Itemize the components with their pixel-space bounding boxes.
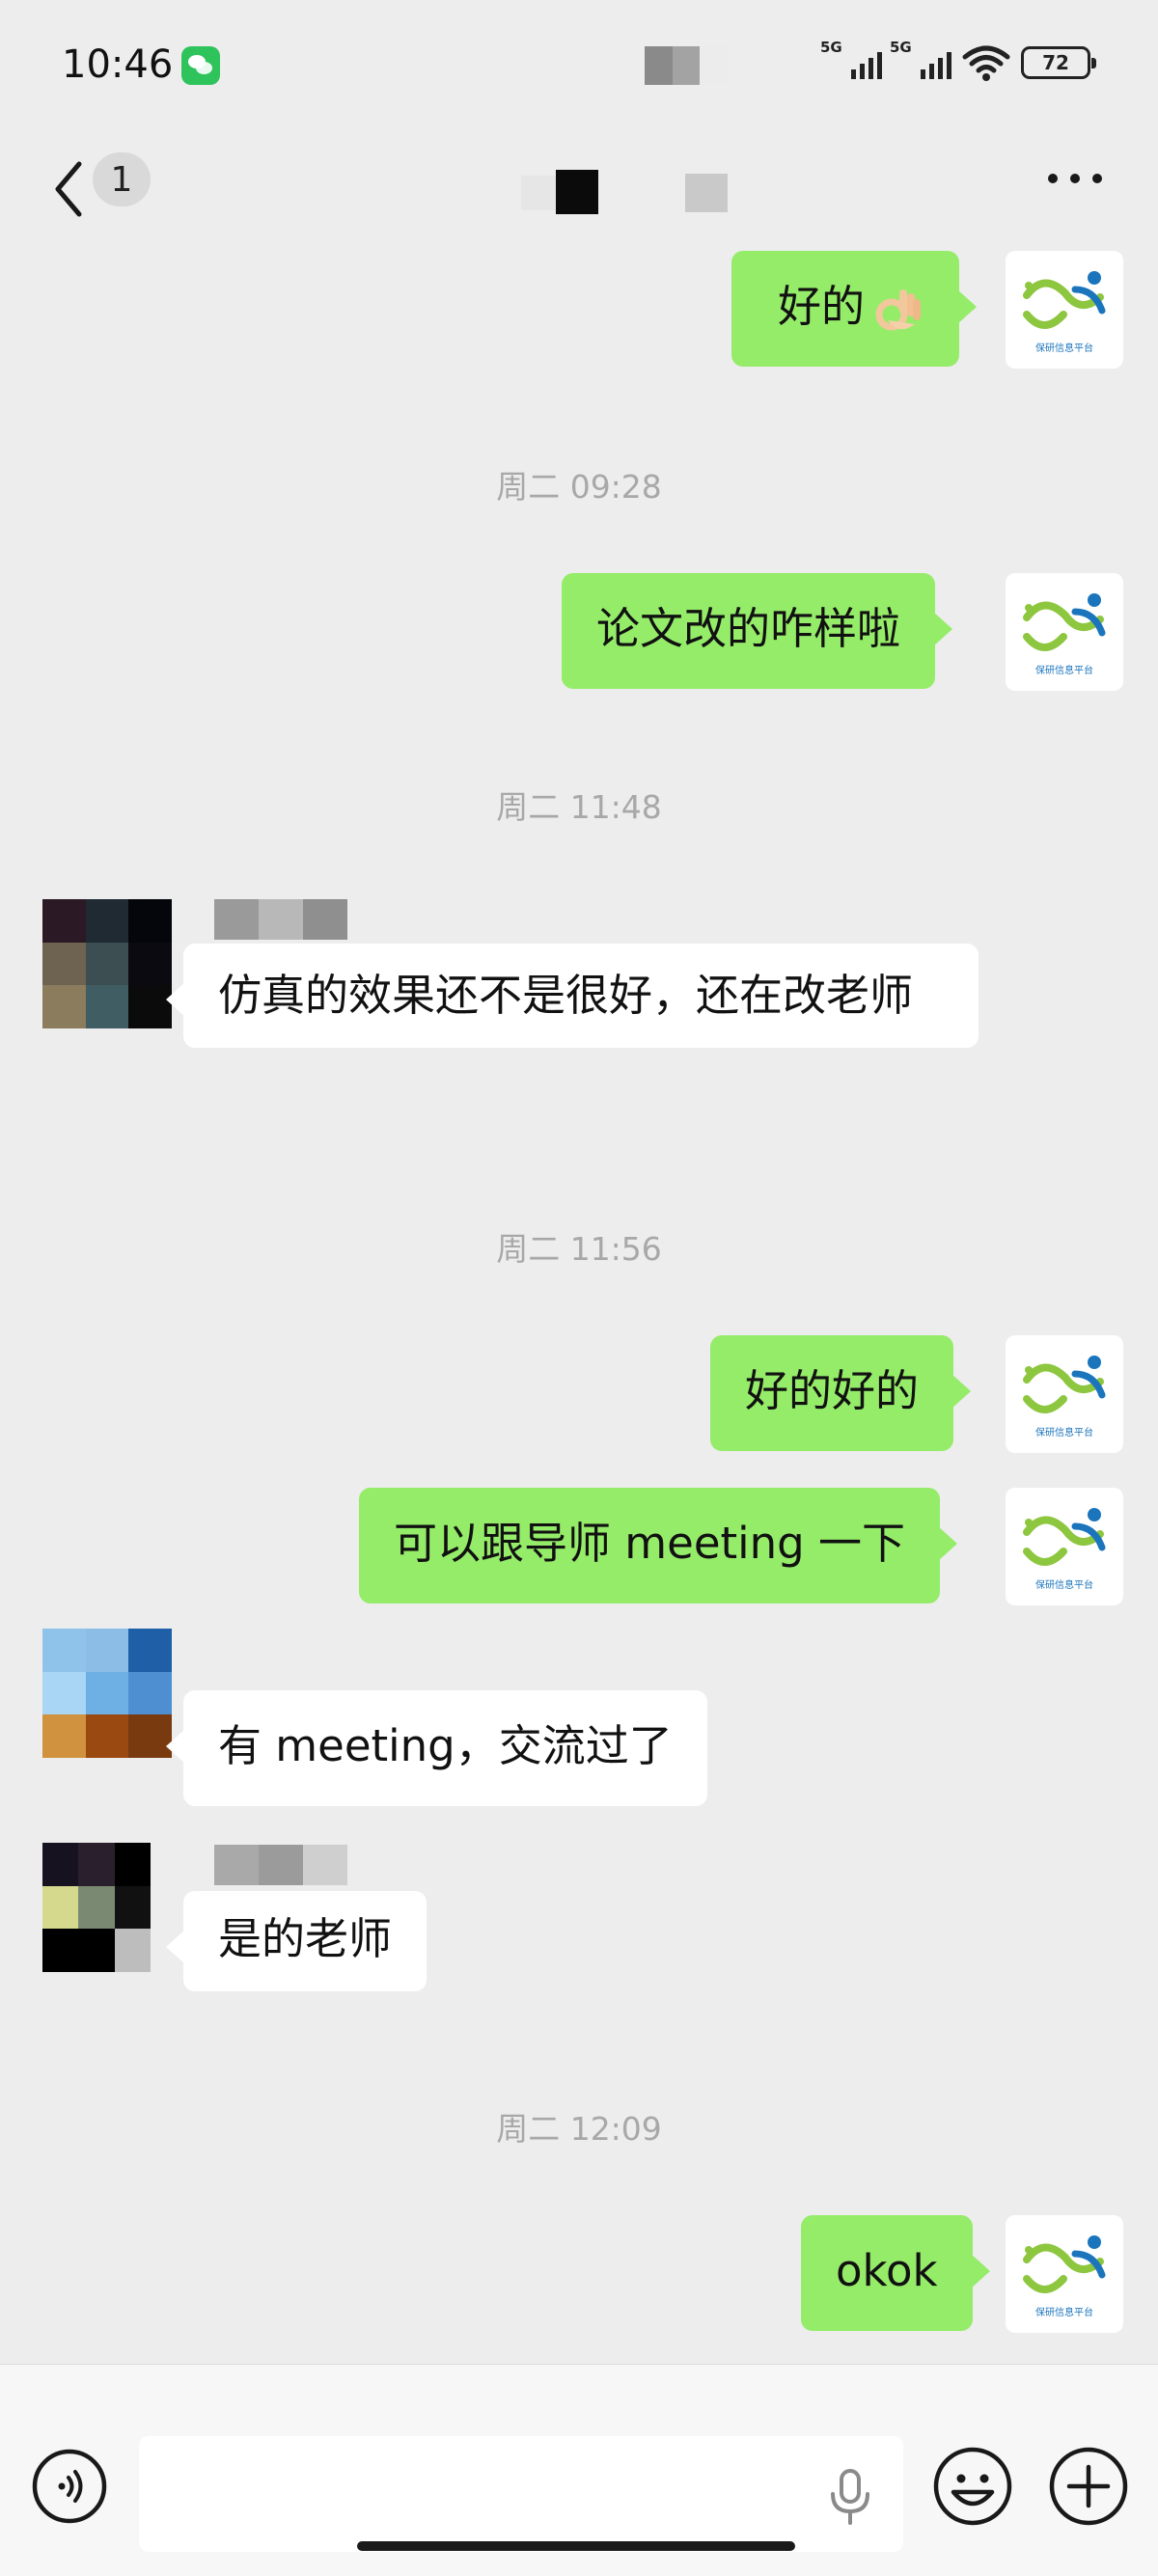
platform-logo-icon: 保研信息平台 <box>1023 1508 1106 1591</box>
timestamp: 周二 11:56 <box>496 1230 662 1268</box>
message-text: 有 meeting，交流过了 <box>218 1720 673 1771</box>
incoming-message[interactable]: 有 meeting，交流过了 <box>166 1690 707 1806</box>
status-mosaic <box>645 46 729 85</box>
self-avatar[interactable]: 保研信息平台 <box>1006 1335 1123 1453</box>
unread-count-badge[interactable]: 1 <box>93 152 151 206</box>
emoji-icon[interactable] <box>932 2446 1013 2527</box>
self-avatar[interactable]: 保研信息平台 <box>1006 573 1123 691</box>
status-time: 10:46 <box>62 42 174 87</box>
back-chevron-icon[interactable] <box>46 154 89 222</box>
peer-avatar[interactable] <box>42 899 172 1028</box>
incoming-message[interactable]: 是的老师 <box>165 1891 427 1991</box>
platform-logo-icon: 保研信息平台 <box>1023 593 1106 676</box>
outgoing-message[interactable]: 论文改的咋样啦 <box>562 573 953 689</box>
voice-mode-icon[interactable] <box>31 2448 108 2525</box>
message-list[interactable]: 好的 保研信息平台 周二 09:28 论文改的咋样啦 保研信息平台 周二 11:… <box>0 251 1158 2364</box>
platform-logo-icon: 保研信息平台 <box>1023 2235 1106 2318</box>
timestamp: 周二 11:48 <box>496 788 662 826</box>
self-avatar[interactable]: 保研信息平台 <box>1006 1488 1123 1605</box>
status-indicators: 5G 5G 72 <box>820 39 1096 87</box>
microphone-icon[interactable] <box>828 2469 872 2525</box>
self-avatar[interactable]: 保研信息平台 <box>1006 2215 1123 2333</box>
network-type-label: 5G <box>820 39 842 56</box>
platform-logo-icon: 保研信息平台 <box>1023 271 1106 354</box>
peer-avatar[interactable] <box>42 1629 172 1758</box>
outgoing-message[interactable]: 好的 <box>731 251 978 367</box>
message-text: 是的老师 <box>218 1913 393 1964</box>
signal-icon: 5G <box>820 39 882 79</box>
logo-caption: 保研信息平台 <box>1035 1426 1093 1439</box>
incoming-message[interactable]: 仿真的效果还不是很好，还在改老师 <box>166 944 979 1048</box>
peer-name-mosaic <box>214 899 347 940</box>
plus-icon[interactable] <box>1048 2446 1129 2527</box>
outgoing-message[interactable]: 好的好的 <box>710 1335 972 1451</box>
more-options-icon[interactable] <box>1048 174 1102 189</box>
status-bar: 10:46 5G 5G 72 <box>0 0 1158 135</box>
ok-hand-emoji-icon <box>875 289 922 331</box>
logo-caption: 保研信息平台 <box>1035 2306 1093 2318</box>
battery-icon: 72 <box>1021 46 1096 79</box>
platform-logo-icon: 保研信息平台 <box>1023 1356 1106 1439</box>
self-avatar[interactable]: 保研信息平台 <box>1006 251 1123 369</box>
message-text: 好的 <box>778 281 866 332</box>
battery-level: 72 <box>1042 51 1069 74</box>
home-indicator[interactable] <box>357 2541 795 2551</box>
timestamp: 周二 12:09 <box>496 2110 662 2148</box>
signal-icon: 5G <box>890 39 951 79</box>
message-text: 论文改的咋样啦 <box>596 603 901 654</box>
logo-caption: 保研信息平台 <box>1035 664 1093 676</box>
logo-caption: 保研信息平台 <box>1035 1578 1093 1591</box>
logo-caption: 保研信息平台 <box>1035 342 1093 354</box>
wechat-notification-icon <box>181 46 220 85</box>
peer-name-mosaic <box>214 1845 347 1885</box>
message-input[interactable] <box>139 2436 903 2552</box>
wifi-icon <box>962 45 1010 81</box>
peer-avatar[interactable] <box>42 1843 151 1972</box>
chat-title-mosaic <box>521 170 733 214</box>
message-text: 好的好的 <box>745 1365 920 1416</box>
message-text: okok <box>836 2245 938 2296</box>
timestamp: 周二 09:28 <box>496 468 662 506</box>
outgoing-message[interactable]: 可以跟导师 meeting 一下 <box>359 1488 958 1603</box>
network-type-label: 5G <box>890 39 912 56</box>
outgoing-message[interactable]: okok <box>801 2215 990 2331</box>
message-text: 可以跟导师 meeting 一下 <box>394 1518 906 1569</box>
message-text: 仿真的效果还不是很好，还在改老师 <box>218 970 914 1021</box>
